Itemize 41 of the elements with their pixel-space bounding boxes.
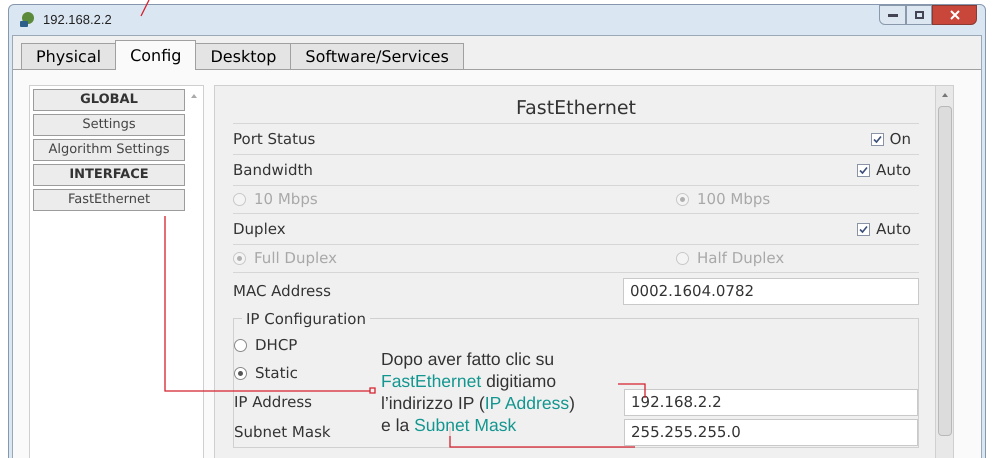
option-label: Auto <box>876 160 911 181</box>
text-field[interactable]: 0002.1604.0782 <box>623 278 919 304</box>
option-label: 100 Mbps <box>697 189 770 210</box>
option-label: DHCP <box>255 334 298 356</box>
sidebar-item[interactable]: INTERFACE <box>33 164 185 186</box>
leader-line <box>140 0 150 16</box>
tab[interactable]: Software/Services <box>290 43 464 69</box>
maximize-button[interactable] <box>906 5 932 25</box>
text-field[interactable]: 255.255.255.0 <box>624 418 918 446</box>
scroll-thumb[interactable] <box>938 106 952 436</box>
minimize-button[interactable] <box>879 5 906 25</box>
field-label: IP Address <box>234 393 312 411</box>
checkbox[interactable] <box>870 132 884 146</box>
radio-button[interactable] <box>234 366 247 380</box>
sidebar-item[interactable]: Settings <box>33 114 185 136</box>
radio-button[interactable] <box>234 338 247 352</box>
close-icon <box>950 10 960 20</box>
tab[interactable]: Desktop <box>195 43 292 69</box>
option-label: Half Duplex <box>697 248 784 270</box>
field-label: MAC Address <box>233 282 331 300</box>
scroll-up-icon <box>190 93 198 99</box>
option-label: Full Duplex <box>254 248 338 270</box>
panel-title: FastEthernet <box>233 94 919 124</box>
tab[interactable]: Physical <box>21 43 116 69</box>
field-label: Duplex <box>233 218 286 240</box>
sidebar-item[interactable]: GLOBAL <box>33 89 185 111</box>
scroll-up-icon[interactable] <box>940 92 948 98</box>
option-label: Static <box>255 362 298 384</box>
option-label: On <box>890 128 911 150</box>
tab[interactable]: Config <box>115 40 196 70</box>
field-label: Subnet Mask <box>234 423 331 441</box>
window-title: 192.168.2.2 <box>43 11 112 30</box>
text-field[interactable]: 192.168.2.2 <box>624 388 918 416</box>
sidebar-item[interactable]: Algorithm Settings <box>33 139 185 161</box>
option-label: 10 Mbps <box>254 189 318 210</box>
network-device-icon <box>17 10 37 30</box>
field-label: Bandwidth <box>233 160 313 181</box>
sidebar-item[interactable]: FastEthernet <box>33 189 185 211</box>
field-label: Port Status <box>233 128 316 150</box>
option-label: Auto <box>876 218 911 240</box>
close-button[interactable] <box>932 5 977 25</box>
